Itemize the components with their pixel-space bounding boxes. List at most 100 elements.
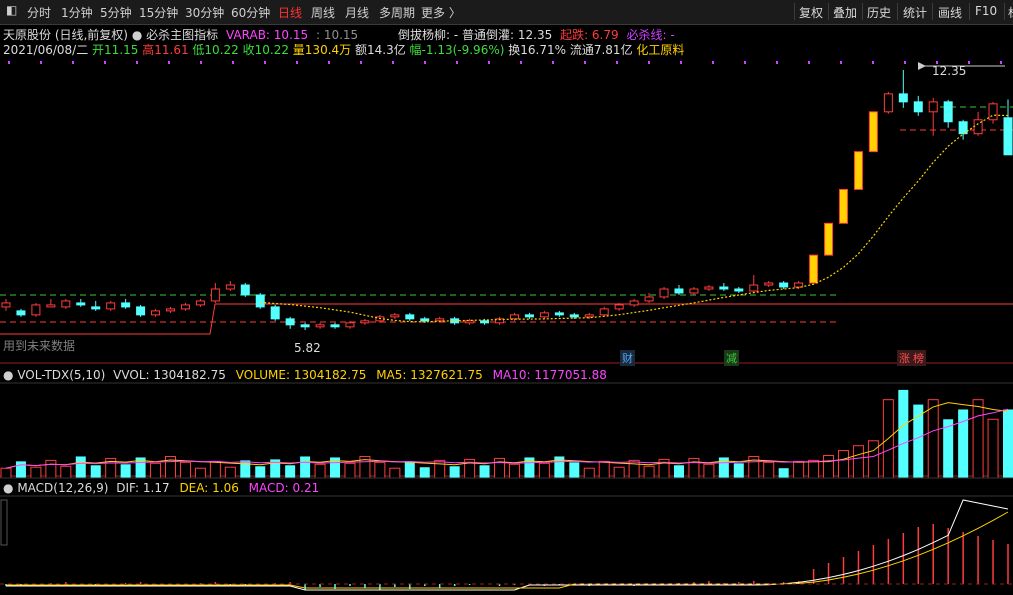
- candle-body: [1, 302, 11, 308]
- settings-icon[interactable]: ●: [3, 368, 13, 382]
- volume-bar: [0, 467, 12, 479]
- candle-body: [91, 306, 101, 310]
- volume-bar: [209, 460, 221, 479]
- candle-body: [509, 314, 519, 320]
- bisha-value: 必杀线: -: [626, 28, 675, 42]
- volume-bar: [179, 461, 191, 479]
- candle-body: [180, 304, 190, 310]
- candle-body: [853, 151, 863, 190]
- volume-bar: [763, 461, 775, 479]
- volume-bar: [793, 460, 805, 479]
- candle-body: [31, 304, 41, 316]
- signal-dot: [328, 61, 330, 64]
- volume-bar: [479, 465, 490, 478]
- candle-body: [569, 314, 579, 318]
- volume-bar: [150, 462, 162, 479]
- volume-bar: [389, 467, 401, 479]
- candle-body: [480, 320, 490, 324]
- signal-dot: [1000, 61, 1002, 64]
- volume-bar: [75, 456, 86, 478]
- ranking-marker[interactable]: 榜: [911, 350, 926, 366]
- volume-bar: [45, 459, 57, 479]
- signal-dot: [840, 61, 842, 64]
- low-value: 低10.22: [192, 43, 239, 57]
- volume-bar: [434, 459, 446, 479]
- ma5-value: MA5: 1327621.75: [376, 368, 483, 382]
- signal-dot: [584, 61, 586, 64]
- volume-bar: [927, 399, 939, 479]
- volume-bar: [314, 463, 326, 479]
- volume-bar: [344, 462, 356, 479]
- volume-bar: [837, 450, 849, 479]
- candle-body: [584, 314, 594, 318]
- candle-body: [136, 306, 146, 316]
- candle-body: [554, 312, 564, 316]
- volume-bar: [808, 459, 820, 479]
- volume-bar: [673, 465, 684, 478]
- vvol-value: VVOL: 1304182.75: [113, 368, 226, 382]
- volume-bar: [867, 440, 879, 479]
- candle-body: [435, 318, 445, 322]
- open-value: 开11.15: [92, 43, 139, 57]
- sector-value[interactable]: 化工原料: [636, 43, 684, 57]
- candle-body: [390, 314, 400, 318]
- volume-bar: [494, 457, 506, 479]
- dea-value: DEA: 1.06: [179, 481, 239, 495]
- ohlc-info-line: 2021/06/08/二 开11.15 高11.61 低10.22 收10.22…: [3, 41, 684, 58]
- candle-body: [121, 302, 131, 308]
- future-data-note: 用到未来数据: [3, 339, 76, 353]
- finance-marker[interactable]: 财: [620, 350, 635, 366]
- candle-body: [16, 310, 26, 316]
- signal-dot: [648, 61, 650, 64]
- candle-body: [255, 294, 265, 308]
- volume-bar: [15, 461, 26, 478]
- settings-icon[interactable]: ●: [3, 481, 13, 495]
- vol-indicator-name[interactable]: VOL-TDX(5,10): [17, 368, 105, 382]
- signal-dot: [72, 61, 74, 64]
- candle-body: [240, 284, 250, 296]
- candle-body: [809, 254, 819, 284]
- candle-body: [689, 288, 699, 294]
- macd-value: MACD: 0.21: [248, 481, 320, 495]
- limit-up-marker[interactable]: 涨: [897, 350, 912, 366]
- signal-dot: [168, 61, 170, 64]
- candle-body: [465, 320, 475, 324]
- candle-body: [704, 286, 714, 290]
- signal-dot: [424, 61, 426, 64]
- volume-bar: [628, 459, 640, 479]
- volume-bar: [703, 463, 715, 479]
- volume-bar: [90, 465, 101, 478]
- candle-body: [838, 188, 848, 224]
- volume-bar: [60, 465, 72, 479]
- volume-bar: [583, 467, 595, 479]
- volume-bar: [598, 460, 610, 479]
- candle-body: [913, 101, 923, 113]
- macd-indicator-name[interactable]: MACD(12,26,9): [17, 481, 108, 495]
- dropdown-icon[interactable]: ●: [132, 28, 142, 42]
- float-value: 流通7.81亿: [569, 43, 633, 57]
- volume-bar: [688, 457, 700, 479]
- signal-dot: [520, 61, 522, 64]
- reduce-marker[interactable]: 减: [724, 350, 739, 366]
- stock-chart: [0, 61, 1013, 591]
- candle-body: [659, 288, 669, 298]
- macd-panel-title: ● MACD(12,26,9) DIF: 1.17 DEA: 1.06 MACD…: [3, 481, 319, 495]
- candle-body: [539, 312, 549, 318]
- volume-bar: [194, 467, 206, 479]
- signal-dot: [904, 61, 906, 64]
- candle-body: [225, 284, 235, 290]
- indicator-name[interactable]: 必杀主图指标: [146, 28, 218, 42]
- ma-line: [260, 114, 1009, 323]
- candle-body: [764, 282, 774, 286]
- signal-dot: [968, 61, 970, 64]
- volume-bar: [823, 454, 835, 479]
- varab-value: VARAB: 10.15: [225, 28, 309, 42]
- candle-body: [749, 284, 759, 292]
- candle-body: [315, 324, 325, 328]
- candle-body: [106, 302, 116, 310]
- candle-body: [151, 310, 161, 316]
- candle-body: [719, 286, 729, 290]
- volume-bar: [898, 389, 909, 478]
- volume-bar: [30, 466, 42, 479]
- volume-bar: [404, 461, 415, 478]
